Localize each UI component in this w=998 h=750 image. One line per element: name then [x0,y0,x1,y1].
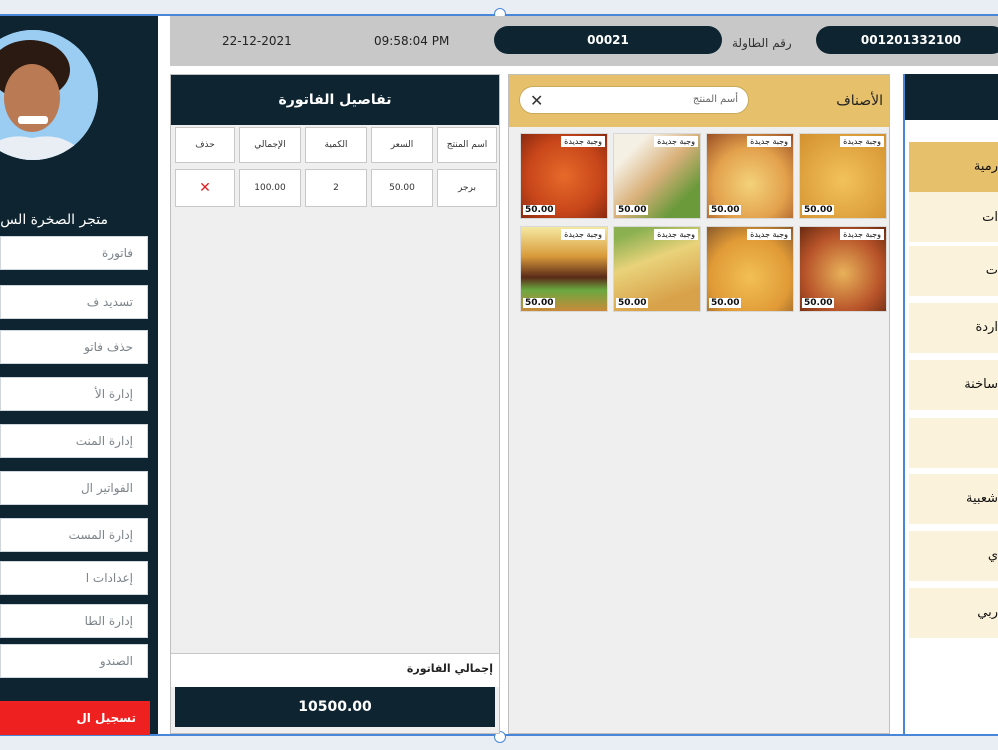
sidebar-item-label: إدارة الطا [84,614,133,628]
cell-price: 50.00 [371,169,433,207]
category-item[interactable]: ربي [909,588,998,638]
product-tag: وجبة جديدة [561,229,605,240]
product-price: 50.00 [802,205,835,215]
sidebar-item-manage-tables[interactable]: إدارة الطا [0,604,148,638]
product-tag: وجبة جديدة [654,136,698,147]
product-tag: وجبة جديدة [747,229,791,240]
cell-qty[interactable]: 2 [305,169,367,207]
invoice-code-field[interactable]: 001201332100 [816,26,998,54]
product-price: 50.00 [709,205,742,215]
category-item[interactable]: اردة [909,303,998,353]
sidebar-item-cashbox[interactable]: الصندو [0,644,148,678]
logout-button[interactable]: تسجيل ال [0,701,150,735]
sidebar-item-label: إدارة المنت [75,434,133,448]
sidebar-item-label: الصندو [99,654,133,668]
sidebar-item-manage-users[interactable]: إدارة المست [0,518,148,552]
invoice-total-label: إجمالي الفاتورة [171,653,499,687]
sidebar-item-settings[interactable]: إعدادات ا [0,561,148,595]
product-card[interactable]: وجبة جديدة 50.00 [799,133,887,219]
product-card[interactable]: وجبة جديدة 50.00 [520,133,608,219]
products-title: الأصناف [836,93,883,109]
top-bar: 22-12-2021 09:58:04 PM 00021 رقم الطاولة… [170,16,998,66]
column-header-qty: الكمية [305,127,367,163]
sidebar-item-invoice[interactable]: فاتورة [0,236,148,270]
time-display: 09:58:04 PM [374,34,450,48]
product-card[interactable]: وجبة جديدة 50.00 [706,133,794,219]
product-tag: وجبة جديدة [654,229,698,240]
product-price: 50.00 [616,298,649,308]
sidebar-item-invoices[interactable]: الفواتير ال [0,471,148,505]
table-number-label: رقم الطاولة [732,36,792,50]
search-input[interactable]: ✕ أسم المنتج [519,86,749,114]
close-icon[interactable]: ✕ [530,91,543,110]
product-tag: وجبة جديدة [840,136,884,147]
search-placeholder: أسم المنتج [692,94,738,105]
cell-product: برجر [437,169,497,207]
column-header-price: السعر [371,127,433,163]
sidebar: متجر الصخرة الس فاتورة تسديد ف حذف فاتو … [0,16,158,735]
sidebar-item-label: إدارة الأ [94,387,133,401]
product-price: 50.00 [523,205,556,215]
sidebar-item-manage-products[interactable]: إدارة المنت [0,424,148,458]
category-item[interactable]: ات [909,192,998,242]
sidebar-item-manage-categories[interactable]: إدارة الأ [0,377,148,411]
product-price: 50.00 [523,298,556,308]
product-price: 50.00 [616,205,649,215]
products-panel: الأصناف ✕ أسم المنتج وجبة جديدة 50.00 وج… [508,74,890,734]
product-tag: وجبة جديدة [747,136,791,147]
category-item[interactable]: ي [909,531,998,581]
cell-total: 100.00 [239,169,301,207]
product-price: 50.00 [802,298,835,308]
product-card[interactable]: وجبة جديدة 50.00 [520,226,608,312]
date-display: 22-12-2021 [222,34,292,48]
table-number-field[interactable]: 00021 [494,26,722,54]
category-item[interactable]: شعبية [909,474,998,524]
column-header-total: الإجمالي [239,127,301,163]
avatar [0,30,98,160]
category-item[interactable]: ساخنة [909,360,998,410]
category-item[interactable]: ت [909,246,998,296]
sidebar-item-pay-invoice[interactable]: تسديد ف [0,285,148,319]
invoice-panel: تفاصيل الفاتورة اسم المنتج السعر الكمية … [170,74,500,734]
column-header-delete: حذف [175,127,235,163]
product-card[interactable]: وجبة جديدة 50.00 [613,226,701,312]
sidebar-item-label: إدارة المست [68,528,133,542]
product-card[interactable]: وجبة جديدة 50.00 [613,133,701,219]
sidebar-item-label: فاتورة [101,246,133,260]
delete-row-icon[interactable]: ✕ [175,169,235,207]
categories-panel: رمية ات ت اردة ساخنة شعبية ي ربي [903,74,998,734]
store-name: متجر الصخرة الس [0,212,108,228]
sidebar-item-label: الفواتير ال [80,481,133,495]
product-card[interactable]: وجبة جديدة 50.00 [706,226,794,312]
category-item[interactable] [909,418,998,468]
categories-header [905,74,998,120]
product-tag: وجبة جديدة [840,229,884,240]
invoice-total-value: 10500.00 [175,687,495,727]
sidebar-item-label: حذف فاتو [84,340,133,354]
sidebar-item-label: تسديد ف [86,295,133,309]
product-price: 50.00 [709,298,742,308]
sidebar-item-label: إعدادات ا [85,571,133,585]
products-header: الأصناف ✕ أسم المنتج [509,75,889,127]
category-item[interactable]: رمية [909,142,998,192]
product-tag: وجبة جديدة [561,136,605,147]
invoice-title: تفاصيل الفاتورة [171,75,499,125]
product-card[interactable]: وجبة جديدة 50.00 [799,226,887,312]
column-header-product: اسم المنتج [437,127,497,163]
sidebar-item-delete-invoice[interactable]: حذف فاتو [0,330,148,364]
